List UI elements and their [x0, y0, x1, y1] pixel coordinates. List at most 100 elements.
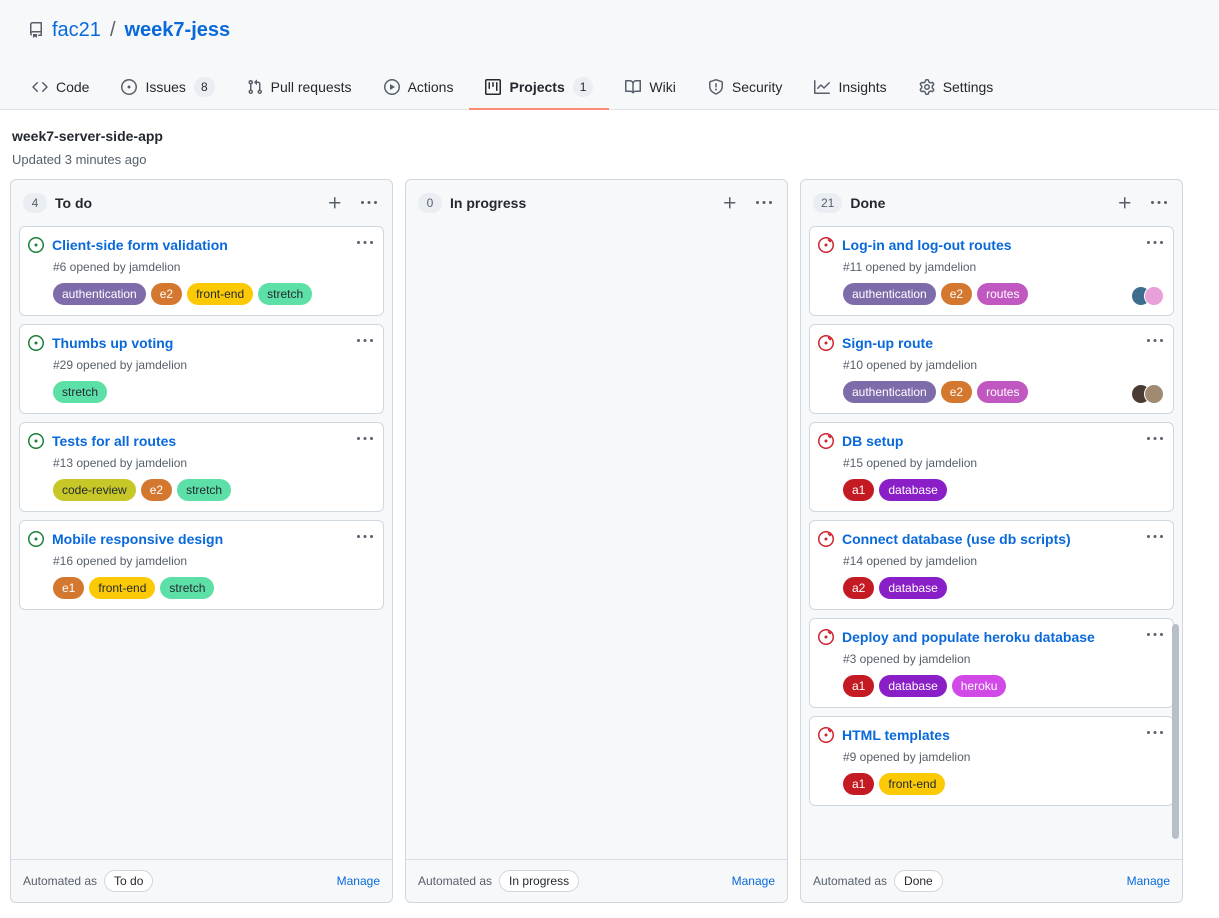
- tab-issues[interactable]: Issues 8: [105, 66, 230, 110]
- label-chip[interactable]: front-end: [187, 283, 254, 305]
- project-card[interactable]: Thumbs up voting #29 opened by jamdelion s…: [19, 324, 384, 414]
- card-title-link[interactable]: Sign-up route: [842, 333, 1137, 353]
- label-chip[interactable]: a2: [843, 577, 875, 599]
- repo-owner-link[interactable]: fac21: [52, 16, 101, 44]
- project-card[interactable]: DB setup #15 opened by jamdelion a1 databas…: [809, 422, 1174, 512]
- label-chip[interactable]: e2: [150, 283, 183, 305]
- label-chip[interactable]: stretch: [258, 283, 313, 305]
- label-chip[interactable]: database: [879, 675, 947, 697]
- label-chip[interactable]: database: [879, 479, 947, 501]
- label-chip[interactable]: heroku: [951, 675, 1007, 697]
- project-card[interactable]: Connect database (use db scripts) #14 ope…: [809, 520, 1174, 610]
- tab-actions[interactable]: Actions: [368, 66, 470, 110]
- label-chip[interactable]: a1: [843, 479, 875, 501]
- project-card[interactable]: Tests for all routes #13 opened by jamdel…: [19, 422, 384, 512]
- label-chip[interactable]: routes: [977, 381, 1029, 403]
- card-meta: #3 opened by jamdelion: [843, 652, 971, 666]
- add-card-button[interactable]: [1112, 190, 1138, 216]
- board-column: 21 Done Log-in and log-out routes #11 opene…: [800, 179, 1183, 903]
- issue-closed-not-planned-icon: [818, 335, 834, 354]
- card-menu-button[interactable]: [1145, 431, 1165, 450]
- tab-code[interactable]: Code: [16, 66, 105, 110]
- label-chip[interactable]: a1: [843, 773, 875, 795]
- project-card[interactable]: Log-in and log-out routes #11 opened by j…: [809, 226, 1174, 316]
- tab-wiki[interactable]: Wiki: [609, 66, 691, 110]
- repo-nav-tabs: Code Issues 8 Pull requests Actions Proj…: [0, 62, 1219, 110]
- column-scrollbar[interactable]: [1171, 224, 1179, 894]
- label-chip[interactable]: a1: [843, 675, 875, 697]
- label-chip[interactable]: routes: [977, 283, 1029, 305]
- label-chip[interactable]: front-end: [89, 577, 156, 599]
- column-menu-button[interactable]: [356, 190, 382, 216]
- manage-automation-link[interactable]: Manage: [732, 874, 775, 888]
- card-title-link[interactable]: Log-in and log-out routes: [842, 235, 1137, 255]
- card-title-link[interactable]: Tests for all routes: [52, 431, 347, 451]
- project-card[interactable]: HTML templates #9 opened by jamdelion a1 fr…: [809, 716, 1174, 806]
- issue-closed-not-planned-icon: [818, 629, 834, 648]
- project-card[interactable]: Mobile responsive design #16 opened by ja…: [19, 520, 384, 610]
- add-card-button[interactable]: [717, 190, 743, 216]
- card-menu-button[interactable]: [355, 333, 375, 352]
- card-menu-button[interactable]: [1145, 529, 1165, 548]
- card-title-link[interactable]: HTML templates: [842, 725, 1137, 745]
- issue-closed-not-planned-icon: [818, 433, 834, 452]
- card-title-link[interactable]: Thumbs up voting: [52, 333, 347, 353]
- label-chip[interactable]: e1: [53, 577, 85, 599]
- column-menu-button[interactable]: [1146, 190, 1172, 216]
- project-card[interactable]: Sign-up route #10 opened by jamdelion auth…: [809, 324, 1174, 414]
- card-title-link[interactable]: Client-side form validation: [52, 235, 347, 255]
- manage-automation-link[interactable]: Manage: [1127, 874, 1170, 888]
- card-menu-button[interactable]: [1145, 235, 1165, 254]
- repo-icon: [28, 22, 44, 38]
- label-chip[interactable]: front-end: [879, 773, 946, 795]
- column-menu-button[interactable]: [751, 190, 777, 216]
- card-menu-button[interactable]: [1145, 627, 1165, 646]
- repo-name-link[interactable]: week7-jess: [125, 16, 231, 44]
- label-chip[interactable]: e2: [940, 381, 973, 403]
- automation-preset-pill: To do: [104, 870, 154, 892]
- tab-settings[interactable]: Settings: [903, 66, 1010, 110]
- label-chip[interactable]: authentication: [843, 283, 936, 305]
- tab-projects[interactable]: Projects 1: [469, 66, 610, 110]
- project-icon: [485, 79, 502, 95]
- card-title-link[interactable]: Connect database (use db scripts): [842, 529, 1137, 549]
- card-title-link[interactable]: Mobile responsive design: [52, 529, 347, 549]
- label-chip[interactable]: e2: [940, 283, 973, 305]
- label-chip[interactable]: stretch: [177, 479, 232, 501]
- label-chip[interactable]: stretch: [53, 381, 108, 403]
- card-labels: authentication e2 routes: [843, 283, 1165, 305]
- label-chip[interactable]: database: [879, 577, 947, 599]
- card-menu-button[interactable]: [355, 235, 375, 254]
- automation-preset-pill: In progress: [499, 870, 580, 892]
- add-card-button[interactable]: [322, 190, 348, 216]
- label-chip[interactable]: code-review: [53, 479, 136, 501]
- scrollbar-thumb[interactable]: [1172, 624, 1179, 839]
- card-menu-button[interactable]: [1145, 725, 1165, 744]
- card-labels: code-review e2 stretch: [53, 479, 375, 501]
- column-footer: Automated as In progress Manage: [406, 859, 787, 902]
- project-card[interactable]: Client-side form validation #6 opened by …: [19, 226, 384, 316]
- tab-insights[interactable]: Insights: [798, 66, 902, 110]
- label-chip[interactable]: e2: [140, 479, 173, 501]
- column-cards: [406, 226, 787, 859]
- card-title-link[interactable]: Deploy and populate heroku database: [842, 627, 1137, 647]
- git-pull-request-icon: [247, 79, 263, 95]
- column-title: Done: [850, 195, 886, 211]
- avatar[interactable]: [1144, 384, 1164, 404]
- card-meta: #14 opened by jamdelion: [843, 554, 978, 568]
- manage-automation-link[interactable]: Manage: [337, 874, 380, 888]
- card-menu-button[interactable]: [355, 431, 375, 450]
- label-chip[interactable]: authentication: [53, 283, 146, 305]
- label-chip[interactable]: authentication: [843, 381, 936, 403]
- issue-opened-icon: [28, 433, 44, 452]
- card-menu-button[interactable]: [1145, 333, 1165, 352]
- tab-security[interactable]: Security: [692, 66, 799, 110]
- tab-pull-requests[interactable]: Pull requests: [231, 66, 368, 110]
- avatar[interactable]: [1144, 286, 1164, 306]
- project-card[interactable]: Deploy and populate heroku database #3 op…: [809, 618, 1174, 708]
- card-menu-button[interactable]: [355, 529, 375, 548]
- automated-as-label: Automated as: [813, 874, 888, 888]
- label-chip[interactable]: stretch: [160, 577, 215, 599]
- column-cards: Client-side form validation #6 opened by …: [11, 226, 392, 859]
- card-title-link[interactable]: DB setup: [842, 431, 1137, 451]
